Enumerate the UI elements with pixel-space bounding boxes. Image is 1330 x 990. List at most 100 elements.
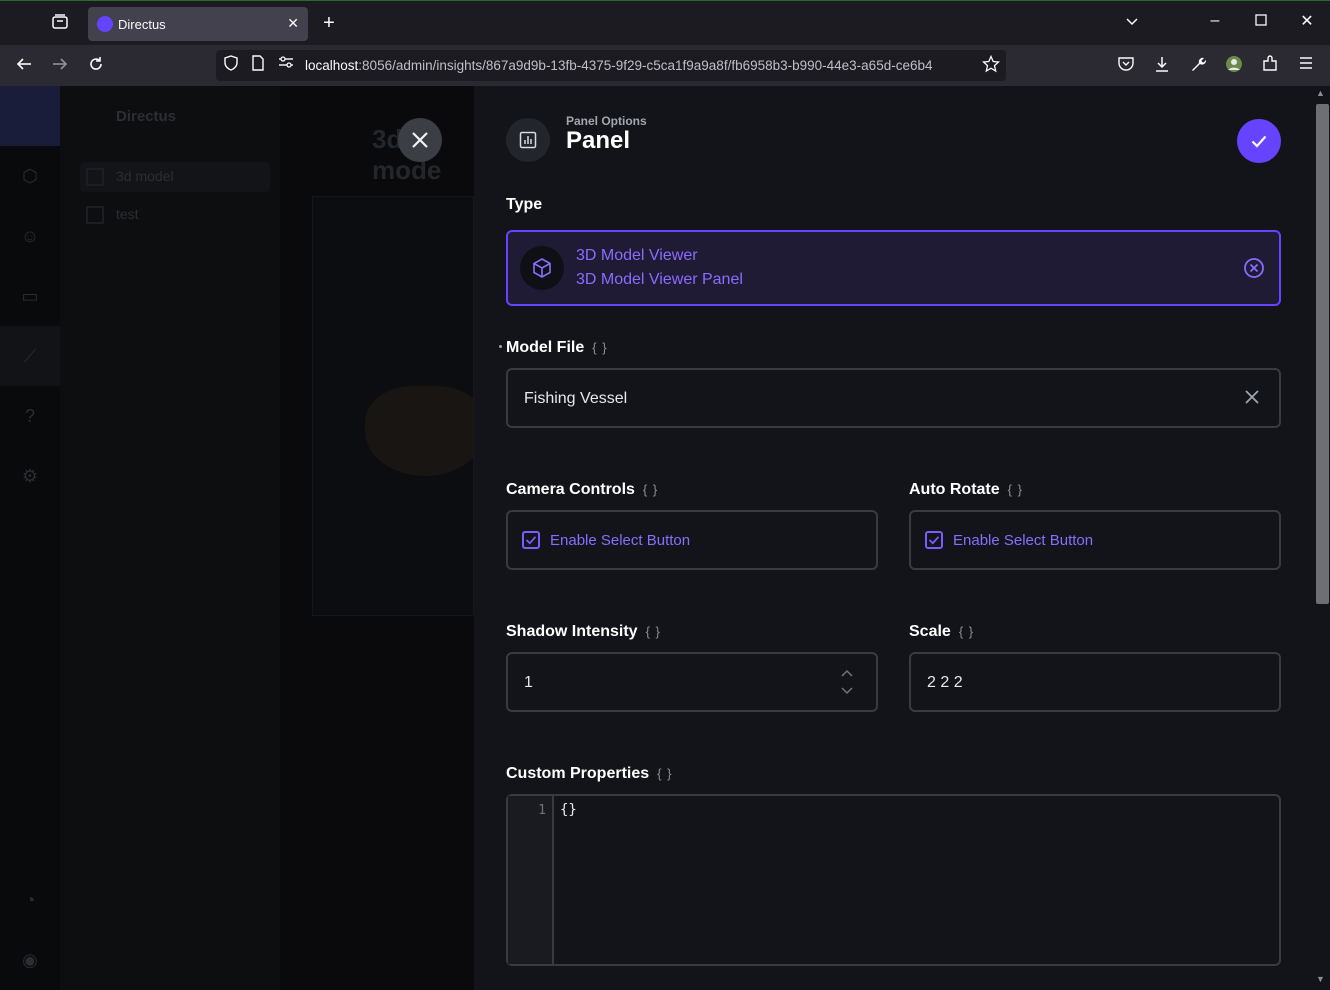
model-file-field[interactable]: Fishing Vessel (506, 368, 1281, 428)
address-bar[interactable]: localhost:8056/admin/insights/867a9d9b-1… (216, 50, 1006, 81)
line-number: 1 (538, 803, 546, 818)
nav-item-3d-model[interactable]: 3d model (80, 162, 270, 192)
auto-rotate-checkbox-label: Enable Select Button (953, 532, 1094, 549)
shield-icon[interactable] (220, 55, 242, 77)
required-indicator (499, 345, 502, 348)
close-drawer-button[interactable] (398, 118, 442, 162)
check-icon (1251, 135, 1267, 148)
settings-gear-icon[interactable]: ⚙ (18, 464, 42, 488)
nav-item-label: 3d model (116, 168, 174, 184)
pocket-icon[interactable] (1115, 55, 1137, 77)
tab-overview-icon[interactable] (49, 13, 71, 35)
browser-tab-bar: Directus ✕ + – ✕ (0, 0, 1330, 45)
deselect-file-icon[interactable] (1243, 388, 1261, 406)
back-arrow-icon[interactable] (13, 55, 35, 77)
raw-value-braces-icon[interactable]: { } (657, 766, 672, 781)
custom-properties-code-editor[interactable]: 1 {} (506, 794, 1281, 966)
clear-type-icon[interactable] (1243, 257, 1265, 279)
scale-label: Scale { } (909, 623, 974, 641)
user-avatar-icon[interactable]: ◉ (18, 948, 42, 972)
close-window-icon[interactable]: ✕ (1296, 12, 1318, 34)
shadow-intensity-label: Shadow Intensity { } (506, 623, 661, 641)
drawer-scrollbar[interactable]: ▲ ▼ (1312, 86, 1330, 990)
nav-item-test[interactable]: test (80, 200, 270, 230)
checkbox-checked-icon[interactable] (522, 531, 540, 549)
model-file-label: Model File { } (506, 339, 608, 357)
shadow-intensity-input[interactable]: 1 (506, 652, 878, 712)
help-icon[interactable]: ? (18, 404, 42, 428)
shadow-intensity-value: 1 (524, 674, 533, 691)
raw-value-braces-icon[interactable]: { } (1008, 482, 1023, 497)
model-file-value: Fishing Vessel (524, 390, 628, 407)
url-path: :8056/admin/insights/867a9d9b-13fb-4375-… (358, 58, 933, 73)
dashboard-icon (86, 206, 104, 224)
new-tab-icon[interactable]: + (318, 13, 340, 35)
module-rail: ⬡ ☺ ▭ ⟋ ? ⚙ ◔ ◉ (0, 86, 60, 990)
navigation-panel: Directus 3d model test (60, 86, 280, 990)
wrench-icon[interactable] (1187, 55, 1209, 77)
browser-tab[interactable]: Directus ✕ (88, 7, 308, 41)
url-host: localhost (305, 58, 359, 73)
raw-value-braces-icon[interactable]: { } (959, 624, 974, 639)
ship-model-preview (365, 386, 474, 476)
url-text[interactable]: localhost:8056/admin/insights/867a9d9b-1… (305, 58, 977, 73)
permissions-icon[interactable] (275, 55, 297, 77)
auto-rotate-label: Auto Rotate { } (909, 481, 1023, 499)
type-label: Type (506, 196, 543, 213)
raw-value-braces-icon[interactable]: { } (592, 340, 607, 355)
raw-value-braces-icon[interactable]: { } (643, 482, 658, 497)
scroll-down-arrow-icon[interactable]: ▼ (1316, 974, 1325, 984)
auto-rotate-toggle[interactable]: Enable Select Button (909, 510, 1281, 570)
bookmark-star-icon[interactable] (980, 54, 1002, 77)
forward-arrow-icon[interactable] (49, 55, 71, 77)
raw-value-braces-icon[interactable]: { } (646, 624, 661, 639)
close-tab-icon[interactable]: ✕ (287, 15, 299, 32)
model-file-label-text: Model File (506, 339, 585, 356)
camera-controls-label-text: Camera Controls (506, 481, 635, 498)
tab-title: Directus (118, 17, 166, 32)
drawer-title: Panel (566, 127, 631, 154)
scale-input[interactable]: 2 2 2 (909, 652, 1281, 712)
panel-type-select[interactable]: 3D Model Viewer 3D Model Viewer Panel (506, 230, 1281, 306)
panel-chart-icon (506, 118, 550, 162)
scale-value: 2 2 2 (927, 674, 963, 691)
selected-type-name: 3D Model Viewer (576, 247, 698, 264)
auto-rotate-label-text: Auto Rotate (909, 481, 1000, 498)
notifications-bell-icon[interactable]: ◔ (18, 888, 42, 912)
maximize-window-icon[interactable] (1250, 13, 1272, 35)
number-stepper-icon[interactable] (840, 668, 854, 696)
camera-controls-label: Camera Controls { } (506, 481, 658, 499)
directus-logo-icon (0, 86, 60, 146)
content-cube-icon[interactable]: ⬡ (18, 164, 42, 188)
folder-icon[interactable]: ▭ (18, 284, 42, 308)
tab-list-chevron-icon[interactable] (1121, 13, 1143, 35)
code-content[interactable]: {} (560, 802, 577, 818)
profile-avatar-icon[interactable] (1223, 55, 1245, 77)
camera-controls-checkbox-label: Enable Select Button (550, 532, 691, 549)
reload-icon[interactable] (85, 55, 107, 77)
scroll-up-arrow-icon[interactable]: ▲ (1316, 88, 1325, 98)
line-number-gutter: 1 (508, 796, 554, 964)
app-background: ⬡ ☺ ▭ ⟋ ? ⚙ ◔ ◉ Directus 3d model test 3… (0, 86, 474, 990)
extensions-icon[interactable] (1259, 55, 1281, 77)
users-icon[interactable]: ☺ (18, 224, 42, 248)
insights-icon[interactable]: ⟋ (18, 344, 42, 368)
scale-label-text: Scale (909, 623, 951, 640)
minimize-window-icon[interactable]: – (1204, 11, 1226, 33)
downloads-icon[interactable] (1151, 55, 1173, 77)
shadow-intensity-label-text: Shadow Intensity (506, 623, 638, 640)
directus-favicon-icon (97, 16, 113, 32)
drawer-subtitle: Panel Options (566, 114, 647, 128)
browser-nav-bar: localhost:8056/admin/insights/867a9d9b-1… (0, 45, 1330, 86)
panel-options-drawer: Panel Options Panel Type 3D Model Viewer… (474, 86, 1330, 990)
hamburger-menu-icon[interactable] (1295, 55, 1317, 77)
project-name: Directus (116, 108, 177, 125)
scrollbar-thumb[interactable] (1316, 104, 1329, 604)
custom-properties-label: Custom Properties { } (506, 765, 672, 783)
save-button[interactable] (1237, 119, 1281, 163)
checkbox-checked-icon[interactable] (925, 531, 943, 549)
camera-controls-toggle[interactable]: Enable Select Button (506, 510, 878, 570)
cube-icon (520, 246, 564, 290)
page-icon[interactable] (247, 55, 269, 77)
selected-type-description: 3D Model Viewer Panel (576, 271, 743, 288)
